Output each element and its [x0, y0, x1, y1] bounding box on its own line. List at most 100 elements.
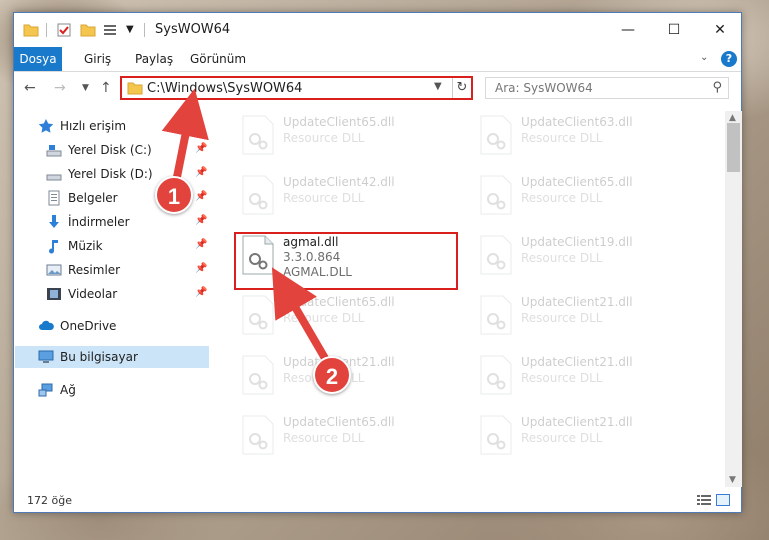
- nav-item-videos[interactable]: Videolar 📌: [14, 283, 210, 305]
- dll-file-icon: [480, 115, 512, 155]
- dll-file-icon: [480, 235, 512, 275]
- folder-icon: [23, 24, 39, 37]
- pin-icon[interactable]: 📌: [195, 287, 207, 298]
- folder-icon: [127, 82, 143, 95]
- callout-badge-1: 1: [155, 176, 193, 214]
- file-item[interactable]: UpdateClient63.dll Resource DLL: [473, 111, 703, 161]
- file-name: UpdateClient65.dll: [283, 295, 395, 309]
- file-list: UpdateClient65.dll Resource DLL UpdateCl…: [211, 111, 725, 487]
- nav-item-downloads[interactable]: İndirmeler 📌: [14, 211, 210, 233]
- network-icon: [38, 383, 53, 397]
- file-item[interactable]: UpdateClient65.dll Resource DLL: [235, 111, 465, 161]
- nav-network[interactable]: Ağ: [14, 379, 210, 401]
- file-item[interactable]: UpdateClient21.dll Resource DLL: [473, 351, 703, 401]
- nav-label: Ağ: [60, 383, 76, 397]
- file-name: UpdateClient19.dll: [521, 235, 633, 249]
- nav-label: Yerel Disk (D:): [68, 167, 153, 181]
- file-item[interactable]: UpdateClient19.dll Resource DLL: [473, 231, 703, 281]
- address-dropdown-icon[interactable]: ▼: [434, 81, 442, 92]
- scroll-thumb[interactable]: [727, 123, 740, 172]
- nav-label: Hızlı erişim: [60, 119, 127, 133]
- file-item[interactable]: UpdateClient65.dll Resource DLL: [473, 171, 703, 221]
- callout-badge-2: 2: [313, 356, 351, 394]
- nav-quick-access[interactable]: Hızlı erişim: [14, 115, 210, 137]
- file-item[interactable]: UpdateClient21.dll Resource DLL: [473, 291, 703, 341]
- tiles-view-icon[interactable]: [716, 494, 730, 506]
- back-arrow-icon[interactable]: ←: [24, 80, 36, 96]
- recent-locations-icon[interactable]: ▼: [82, 83, 89, 93]
- ribbon-tabs: Dosya Giriş Paylaş Görünüm: [14, 47, 741, 72]
- nav-label: OneDrive: [60, 319, 117, 333]
- tab-view[interactable]: Görünüm: [180, 47, 256, 71]
- maximize-button[interactable]: ☐: [651, 13, 697, 47]
- search-input[interactable]: Ara: SysWOW64 ⚲: [485, 77, 729, 99]
- search-placeholder: Ara: SysWOW64: [495, 81, 593, 95]
- separator: [144, 23, 145, 37]
- tab-file[interactable]: Dosya: [14, 47, 62, 71]
- close-button[interactable]: ✕: [697, 13, 743, 47]
- nav-this-pc[interactable]: Bu bilgisayar: [15, 346, 209, 368]
- title-bar: ▼ SysWOW64 — ☐ ✕: [14, 13, 741, 47]
- file-item[interactable]: UpdateClient65.dll Resource DLL: [235, 411, 465, 461]
- nav-item-pictures[interactable]: Resimler 📌: [14, 259, 210, 281]
- nav-item-music[interactable]: Müzik 📌: [14, 235, 210, 257]
- help-icon[interactable]: ?: [721, 51, 737, 67]
- tab-home[interactable]: Giriş: [74, 47, 121, 71]
- file-description: Resource DLL: [521, 371, 603, 385]
- expand-ribbon-icon[interactable]: ⌄: [700, 52, 708, 63]
- file-description: Resource DLL: [521, 431, 603, 445]
- nav-label: Belgeler: [68, 191, 118, 205]
- file-description: Resource DLL: [283, 191, 365, 205]
- scroll-up-icon[interactable]: ▲: [729, 113, 736, 123]
- quick-access-dropdown-icon[interactable]: ▼: [126, 24, 142, 40]
- file-name: UpdateClient65.dll: [521, 175, 633, 189]
- file-description: Resource DLL: [521, 131, 603, 145]
- nav-label: Resimler: [68, 263, 121, 277]
- dll-file-icon: [242, 415, 274, 455]
- minimize-button[interactable]: —: [605, 13, 651, 47]
- nav-onedrive[interactable]: OneDrive: [14, 315, 210, 337]
- address-path[interactable]: C:\Windows\SysWOW64: [147, 81, 302, 96]
- pin-icon[interactable]: 📌: [195, 191, 207, 202]
- window-title: SysWOW64: [155, 22, 231, 37]
- file-item[interactable]: UpdateClient21.dll Resource DLL: [473, 411, 703, 461]
- dll-file-icon: [480, 355, 512, 395]
- pin-icon[interactable]: 📌: [195, 167, 207, 178]
- music-icon: [49, 240, 58, 254]
- file-name: UpdateClient63.dll: [521, 115, 633, 129]
- pin-icon[interactable]: 📌: [195, 239, 207, 250]
- file-description: Resource DLL: [283, 131, 365, 145]
- tab-share[interactable]: Paylaş: [125, 47, 183, 71]
- drive-icon: [46, 174, 62, 181]
- file-name: UpdateClient21.dll: [521, 415, 633, 429]
- refresh-icon[interactable]: ↻: [452, 78, 471, 98]
- nav-item-local-disk-c[interactable]: Yerel Disk (C:) 📌: [14, 139, 210, 161]
- file-item[interactable]: UpdateClient65.dll Resource DLL: [235, 291, 465, 341]
- videos-icon: [47, 288, 61, 300]
- dll-file-icon: [242, 115, 274, 155]
- file-description: Resource DLL: [283, 311, 365, 325]
- forward-arrow-icon[interactable]: →: [54, 80, 66, 96]
- dll-file-icon: [480, 295, 512, 335]
- customize-icon[interactable]: [102, 22, 118, 38]
- star-icon: [38, 119, 54, 133]
- vertical-scrollbar[interactable]: ▲ ▼: [725, 111, 742, 487]
- file-description: Resource DLL: [521, 191, 603, 205]
- item-count: 172 öğe: [27, 494, 72, 507]
- file-item[interactable]: UpdateClient42.dll Resource DLL: [235, 171, 465, 221]
- pin-icon[interactable]: 📌: [195, 143, 207, 154]
- pictures-icon: [46, 264, 62, 276]
- details-view-icon[interactable]: [697, 494, 711, 506]
- nav-label: Videolar: [68, 287, 118, 301]
- nav-label: Bu bilgisayar: [60, 350, 138, 364]
- pin-icon[interactable]: 📌: [195, 215, 207, 226]
- pin-icon[interactable]: 📌: [195, 263, 207, 274]
- new-folder-icon[interactable]: [80, 22, 96, 38]
- search-icon[interactable]: ⚲: [712, 80, 722, 95]
- scroll-down-icon[interactable]: ▼: [729, 475, 736, 485]
- address-bar[interactable]: C:\Windows\SysWOW64 ▼ ↻: [120, 76, 473, 100]
- dll-file-icon: [242, 175, 274, 215]
- nav-label: Yerel Disk (C:): [68, 143, 152, 157]
- properties-check-icon[interactable]: [56, 22, 72, 38]
- up-arrow-icon[interactable]: ↑: [100, 80, 112, 96]
